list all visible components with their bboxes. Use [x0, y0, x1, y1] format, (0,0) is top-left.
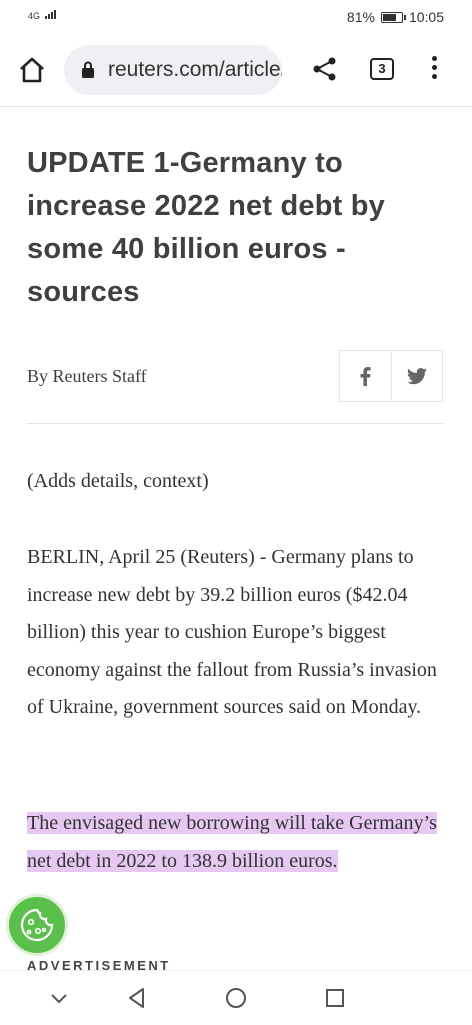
- facebook-icon[interactable]: [340, 351, 391, 401]
- menu-icon[interactable]: [428, 56, 440, 84]
- status-right: 81% 10:05: [347, 9, 444, 25]
- social-share: [339, 350, 443, 402]
- article-headline: UPDATE 1-Germany to increase 2022 net de…: [27, 147, 385, 308]
- home-icon[interactable]: [18, 56, 46, 84]
- address-bar[interactable]: reuters.com/article/ukraine-crisis-germa…: [64, 45, 282, 95]
- back-icon[interactable]: [124, 985, 150, 1011]
- signal-bars-icon: [44, 10, 57, 21]
- chevron-down-icon[interactable]: [46, 985, 72, 1011]
- browser-toolbar: reuters.com/article/ukraine-crisis-germa…: [0, 34, 472, 107]
- network-type: 4G: [28, 11, 41, 21]
- battery-fill: [382, 13, 396, 21]
- highlighted-text[interactable]: The envisaged new borrowing will take Ge…: [27, 812, 437, 872]
- cookie-icon: [20, 908, 54, 942]
- share-icon[interactable]: [312, 56, 338, 82]
- clock: 10:05: [408, 9, 444, 25]
- url-text: reuters.com/article/ukraine-crisis-germa…: [108, 58, 282, 81]
- article-paragraph-highlighted: The envisaged new borrowing will take Ge…: [27, 805, 447, 880]
- status-bar: 4G 81% 10:05: [0, 0, 472, 34]
- article-paragraph: (Adds details, context): [27, 470, 209, 492]
- article-paragraph: BERLIN, April 25 (Reuters) - Germany pla…: [27, 546, 437, 719]
- article-byline: By Reuters Staff: [27, 366, 147, 386]
- lock-icon: [82, 61, 94, 78]
- cookie-settings-button[interactable]: [6, 894, 68, 956]
- battery-icon: [380, 11, 406, 23]
- recents-icon[interactable]: [322, 985, 348, 1011]
- system-navigation-bar: [0, 970, 472, 1025]
- tabs-button[interactable]: 3: [370, 58, 394, 80]
- home-circle-icon[interactable]: [223, 985, 249, 1011]
- twitter-icon[interactable]: [390, 351, 443, 401]
- battery-percent: 81%: [346, 9, 375, 25]
- divider: [27, 423, 443, 424]
- signal-indicator: 4G: [28, 10, 57, 21]
